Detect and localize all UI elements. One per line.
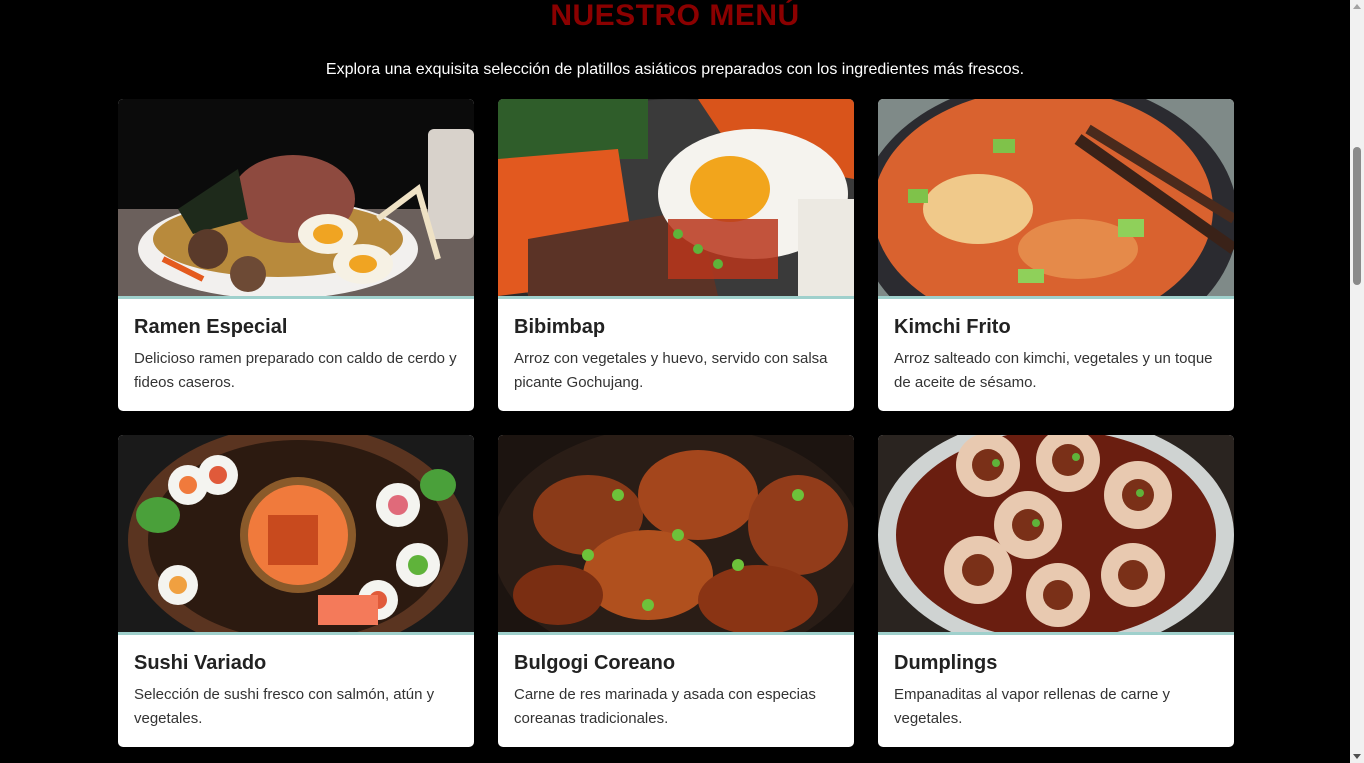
menu-card-description: Carne de res marinada y asada con especi… [514, 686, 816, 727]
page: NUESTRO MENÚ Explora una exquisita selec… [0, 0, 1364, 763]
scrollbar-thumb[interactable] [1353, 147, 1361, 285]
menu-card-title: Kimchi Frito [894, 316, 1011, 338]
vertical-scrollbar[interactable] [1350, 0, 1364, 763]
scroll-down-arrow-icon[interactable] [1353, 754, 1361, 759]
menu-card-title: Bibimbap [514, 316, 606, 338]
bibimbap-image [498, 99, 854, 299]
menu-card-title: Ramen Especial [134, 316, 288, 338]
menu-card-sushi-variado[interactable]: Sushi Variado Selección de sushi fresco … [118, 435, 474, 747]
menu-card-description: Arroz con vegetales y huevo, servido con… [514, 350, 828, 391]
dumplings-image [878, 435, 1234, 635]
page-title: NUESTRO MENÚ [550, 0, 800, 32]
menu-grid: Ramen Especial Delicioso ramen preparado… [118, 99, 1234, 747]
bulgogi-image [498, 435, 854, 635]
menu-card-kimchi-frito[interactable]: Kimchi Frito Arroz salteado con kimchi, … [878, 99, 1234, 411]
menu-card-title: Dumplings [894, 652, 998, 674]
ramen-bowl-image [118, 99, 474, 299]
menu-card-bulgogi-coreano[interactable]: Bulgogi Coreano Carne de res marinada y … [498, 435, 854, 747]
menu-card-bibimbap[interactable]: Bibimbap Arroz con vegetales y huevo, se… [498, 99, 854, 411]
kimchi-fried-rice-image [878, 99, 1234, 299]
menu-card-title: Bulgogi Coreano [514, 652, 676, 674]
menu-card-description: Empanaditas al vapor rellenas de carne y… [894, 686, 1170, 727]
menu-card-description: Arroz salteado con kimchi, vegetales y u… [894, 350, 1213, 391]
menu-card-description: Delicioso ramen preparado con caldo de c… [134, 350, 457, 391]
menu-card-title: Sushi Variado [134, 652, 267, 674]
sushi-platter-image [118, 435, 474, 635]
menu-card-ramen[interactable]: Ramen Especial Delicioso ramen preparado… [118, 99, 474, 411]
menu-card-dumplings[interactable]: Dumplings Empanaditas al vapor rellenas … [878, 435, 1234, 747]
page-subtitle: Explora una exquisita selección de plati… [325, 61, 1025, 78]
menu-card-description: Selección de sushi fresco con salmón, at… [134, 686, 435, 727]
scroll-up-arrow-icon[interactable] [1353, 4, 1361, 9]
